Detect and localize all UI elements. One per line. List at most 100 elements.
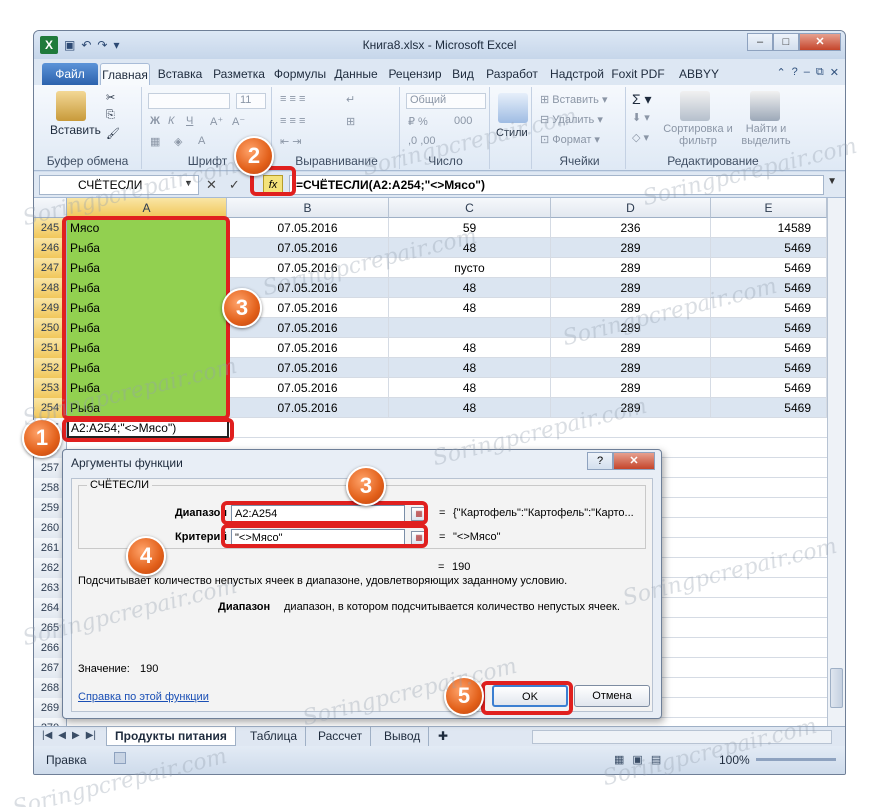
cell-e[interactable]: 5469 (711, 278, 827, 298)
tab-home[interactable]: Главная (100, 63, 150, 85)
cell-c[interactable]: 48 (389, 338, 551, 358)
underline-icon[interactable]: Ч (186, 115, 193, 127)
first-sheet-icon[interactable]: |◀ (42, 730, 52, 741)
number-format-select[interactable]: Общий (406, 93, 486, 109)
format-cells-button[interactable]: ⊡ Формат ▾ (540, 133, 600, 146)
row-header[interactable]: 270 (34, 718, 67, 726)
tab-view[interactable]: Вид (448, 63, 478, 85)
window-restore-icon[interactable]: ⧉ (816, 66, 824, 79)
cell-e[interactable]: 5469 (711, 298, 827, 318)
expand-formula-bar-icon[interactable]: ▼ (827, 176, 837, 187)
cell-e[interactable]: 5469 (711, 318, 827, 338)
font-color-icon[interactable]: A (198, 135, 205, 147)
tab-file[interactable]: Файл (42, 63, 98, 85)
sheet-tab-table[interactable]: Таблица (242, 727, 307, 746)
cell-d[interactable]: 289 (551, 278, 711, 298)
name-box-dropdown-icon[interactable]: ▼ (184, 178, 193, 188)
cell-d[interactable]: 289 (551, 378, 711, 398)
cell-c[interactable]: 48 (389, 238, 551, 258)
tab-layout[interactable]: Разметка (208, 63, 270, 85)
styles-icon[interactable] (498, 93, 528, 123)
cell-d[interactable]: 289 (551, 318, 711, 338)
horizontal-scrollbar[interactable] (532, 730, 832, 744)
cell-e[interactable]: 5469 (711, 338, 827, 358)
copy-icon[interactable]: ⎘ (106, 109, 115, 122)
confirm-entry-icon[interactable]: ✓ (229, 177, 240, 193)
delete-cells-button[interactable]: ⊟ Удалить ▾ (540, 113, 603, 126)
tab-developer[interactable]: Разработ (480, 63, 544, 85)
fill-color-icon[interactable]: ◈ (174, 135, 182, 148)
fill-icon[interactable]: ⬇ ▾ (632, 111, 650, 124)
macro-record-icon[interactable] (114, 752, 126, 764)
font-name-select[interactable] (148, 93, 230, 109)
zoom-level[interactable]: 100% (719, 753, 750, 767)
format-painter-icon[interactable]: 🖌 (106, 127, 120, 140)
cell-b[interactable]: 07.05.2016 (227, 358, 389, 378)
minimize-ribbon-icon[interactable]: ⌃ (776, 66, 785, 79)
cell-e[interactable]: 5469 (711, 378, 827, 398)
cell-d[interactable]: 289 (551, 258, 711, 278)
cell-b[interactable]: 07.05.2016 (227, 218, 389, 238)
cell-c[interactable]: 48 (389, 298, 551, 318)
cell-e[interactable]: 5469 (711, 358, 827, 378)
paste-button-label[interactable]: Вставить (50, 123, 101, 137)
align-left-icon[interactable]: ≡ ≡ ≡ (280, 115, 305, 127)
column-header-c[interactable]: C (389, 198, 551, 218)
tab-formulas[interactable]: Формулы (270, 63, 330, 85)
cell-c[interactable]: 48 (389, 398, 551, 418)
tab-addins[interactable]: Надстрой (546, 63, 608, 85)
cut-icon[interactable]: ✂ (106, 91, 115, 104)
borders-icon[interactable]: ▦ (150, 135, 160, 148)
dialog-help-button[interactable]: ? (587, 452, 613, 470)
tab-foxit-pdf[interactable]: Foxit PDF (608, 63, 668, 85)
column-header-b[interactable]: B (227, 198, 389, 218)
cell-d[interactable]: 289 (551, 338, 711, 358)
find-select-icon[interactable] (750, 91, 780, 121)
cell-c[interactable]: 48 (389, 378, 551, 398)
thousands-icon[interactable]: 000 (454, 115, 472, 127)
align-top-icon[interactable]: ≡ ≡ ≡ (280, 93, 305, 105)
minimize-button[interactable]: – (747, 33, 773, 51)
tab-data[interactable]: Данные (330, 63, 382, 85)
cell-b[interactable]: 07.05.2016 (227, 378, 389, 398)
maximize-button[interactable]: □ (773, 33, 799, 51)
cancel-entry-icon[interactable]: ✕ (206, 177, 217, 193)
normal-view-icon[interactable]: ▦ (614, 753, 624, 766)
sheet-tab-calc[interactable]: Рассчет (310, 727, 372, 746)
select-all-corner[interactable] (34, 198, 67, 218)
page-layout-view-icon[interactable]: ▣ (632, 753, 642, 766)
clear-icon[interactable]: ◇ ▾ (632, 131, 649, 144)
cell-b[interactable]: 07.05.2016 (227, 258, 389, 278)
formula-input[interactable]: =СЧЁТЕСЛИ(A2:A254;"<>Мясо") (289, 175, 824, 195)
column-header-e[interactable]: E (711, 198, 827, 218)
sort-filter-label[interactable]: Сортировка и фильтр (662, 123, 734, 147)
grow-font-icon[interactable]: A⁺ (210, 115, 223, 128)
cell-b[interactable]: 07.05.2016 (227, 338, 389, 358)
prev-sheet-icon[interactable]: ◀ (58, 730, 66, 741)
cell-c[interactable]: 48 (389, 278, 551, 298)
last-sheet-icon[interactable]: ▶| (86, 730, 96, 741)
italic-icon[interactable]: К (168, 115, 174, 127)
cell-b[interactable]: 07.05.2016 (227, 398, 389, 418)
vertical-scroll-thumb[interactable] (830, 668, 843, 708)
indent-icon[interactable]: ⇤ ⇥ (280, 135, 302, 148)
window-close-icon[interactable]: ✕ (830, 66, 839, 79)
wrap-text-icon[interactable]: ↵ (346, 93, 355, 106)
font-size-select[interactable]: 11 (236, 93, 266, 109)
column-header-a[interactable]: A (67, 198, 227, 218)
cell-d[interactable]: 289 (551, 358, 711, 378)
tab-review[interactable]: Рецензир (382, 63, 448, 85)
paste-icon[interactable] (56, 91, 86, 121)
bold-icon[interactable]: Ж (150, 115, 160, 127)
insert-cells-button[interactable]: ⊞ Вставить ▾ (540, 93, 608, 106)
cell-d[interactable]: 236 (551, 218, 711, 238)
cell-d[interactable]: 289 (551, 398, 711, 418)
close-button[interactable]: ✕ (799, 33, 841, 51)
page-break-view-icon[interactable]: ▤ (651, 753, 661, 766)
autosum-icon[interactable]: Σ ▾ (632, 91, 652, 108)
name-box[interactable]: СЧЁТЕСЛИ (39, 175, 199, 195)
cell-c[interactable]: 48 (389, 358, 551, 378)
vertical-scrollbar[interactable] (827, 198, 845, 726)
styles-button-label[interactable]: Стили (496, 127, 528, 139)
cell-e[interactable]: 5469 (711, 258, 827, 278)
